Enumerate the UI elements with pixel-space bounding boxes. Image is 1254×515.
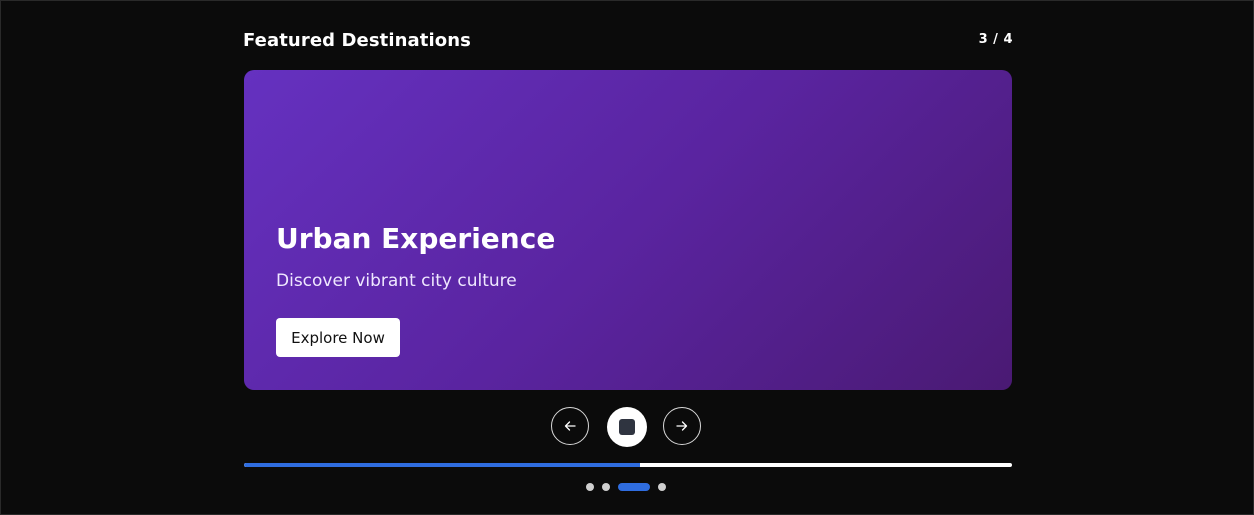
carousel-title: Featured Destinations [243,30,471,51]
carousel-frame: Featured Destinations 3 / 4 Urban Experi… [0,0,1254,515]
pagination-dot[interactable] [602,483,610,491]
explore-now-button[interactable]: Explore Now [276,318,400,357]
stop-autoplay-button[interactable] [607,407,647,447]
carousel-slide[interactable]: Urban Experience Discover vibrant city c… [244,70,1012,390]
arrow-left-icon [564,421,576,431]
autoplay-progress-fill [244,463,640,467]
stop-icon [619,419,635,435]
pagination-dot[interactable] [658,483,666,491]
pagination-dot-active[interactable] [618,483,650,491]
slide-subtitle: Discover vibrant city culture [276,271,517,291]
pagination-dot[interactable] [586,483,594,491]
pagination-dots [586,482,666,492]
slide-title: Urban Experience [276,222,556,255]
autoplay-progress-track [244,463,1012,467]
carousel-controls [551,406,705,448]
previous-slide-button[interactable] [551,407,589,445]
next-slide-button[interactable] [663,407,701,445]
slide-counter: 3 / 4 [978,32,1013,47]
arrow-right-icon [676,421,688,431]
